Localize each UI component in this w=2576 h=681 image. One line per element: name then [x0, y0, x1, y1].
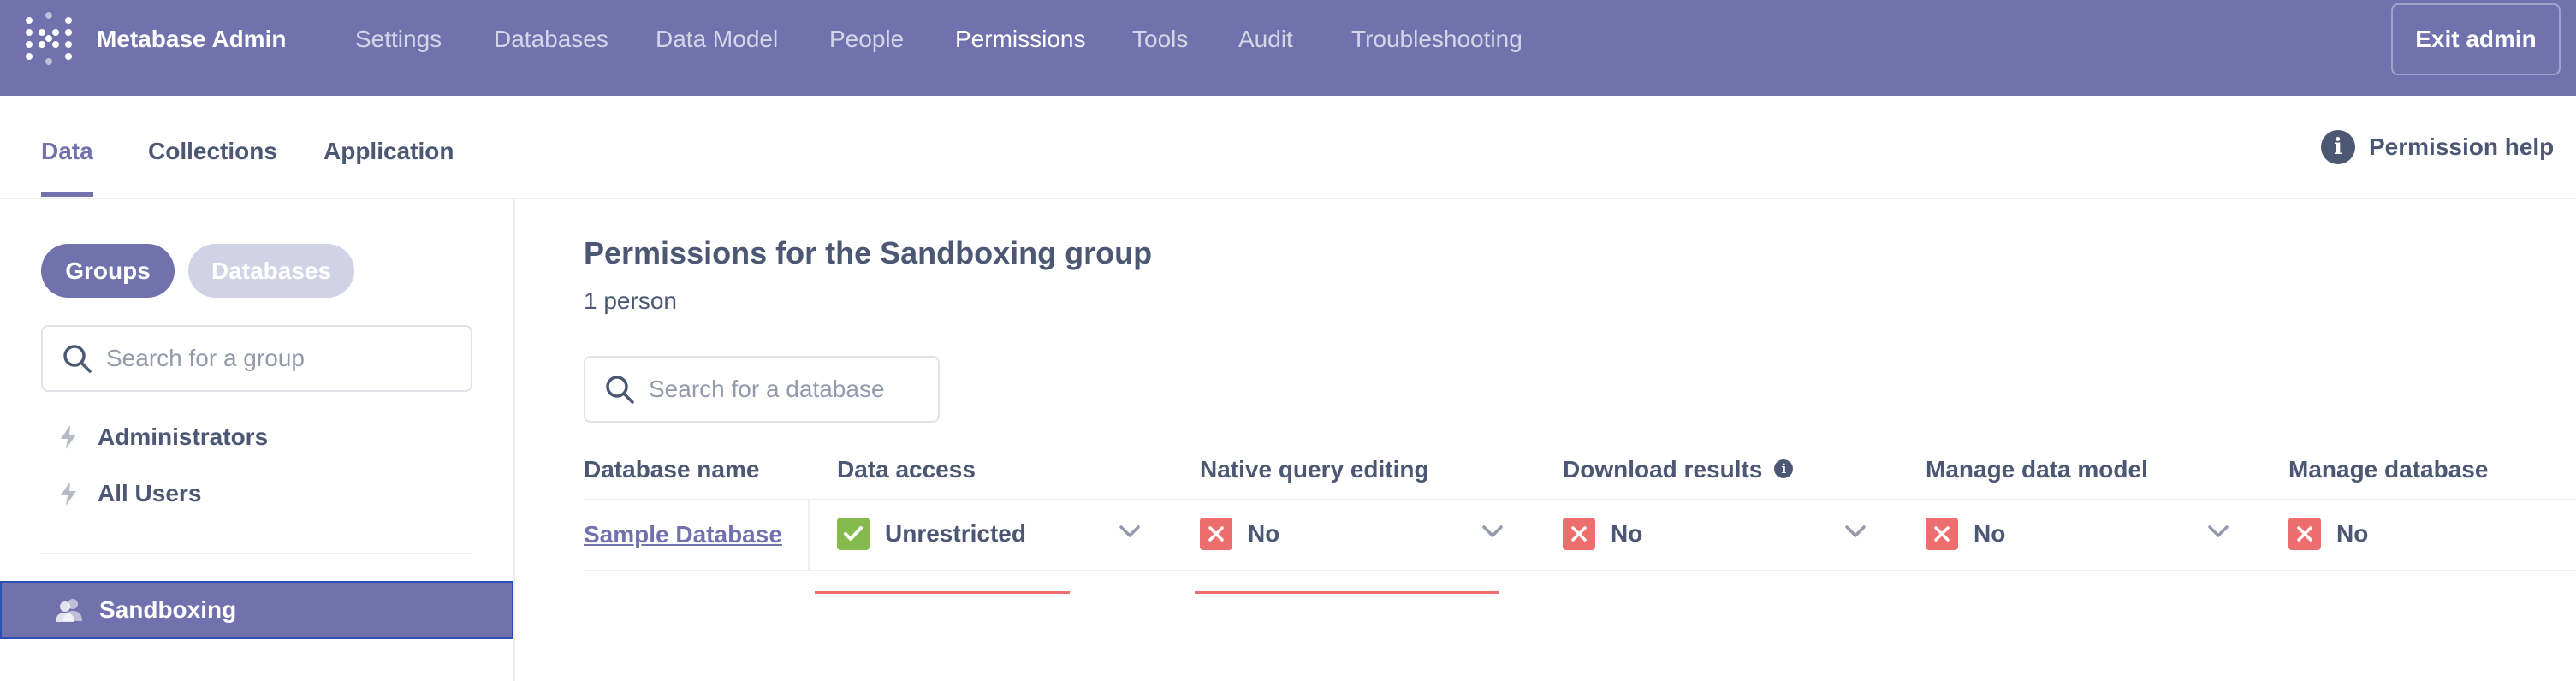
close-icon	[1563, 518, 1595, 550]
manage-database-value: No	[2336, 520, 2369, 547]
close-icon	[1200, 518, 1232, 550]
metabase-logo-icon[interactable]	[26, 12, 72, 68]
close-icon	[2288, 518, 2321, 550]
download-results-value: No	[1611, 520, 1643, 547]
info-icon[interactable]: i	[1774, 459, 1794, 478]
download-results-select[interactable]: No	[1563, 512, 1873, 555]
chevron-down-icon	[1119, 525, 1140, 537]
tab-application[interactable]: Application	[323, 138, 454, 165]
group-label: All Users	[98, 480, 202, 506]
nav-troubleshooting[interactable]: Troubleshooting	[1351, 26, 1522, 53]
sidebar-item-all-users[interactable]: All Users	[58, 480, 201, 507]
group-search-input[interactable]	[106, 345, 471, 372]
tab-data[interactable]: Data	[41, 138, 93, 165]
admin-top-nav: Metabase Admin Settings Databases Data M…	[0, 0, 2576, 96]
page-title: Permissions for the Sandboxing group	[584, 235, 1153, 270]
column-divider	[808, 500, 810, 570]
permissions-tab-bar: Data Collections Application i Permissio…	[0, 96, 2576, 199]
check-icon	[837, 518, 870, 550]
sidebar-divider	[41, 553, 472, 554]
column-header-manage-data-model: Manage data model	[1926, 456, 2148, 483]
sidebar-item-sandboxing[interactable]: Sandboxing	[0, 581, 513, 639]
databases-toggle-button[interactable]: Databases	[188, 244, 354, 298]
column-header-download-results: Download results i	[1563, 456, 1794, 483]
manage-data-model-select[interactable]: No	[1926, 512, 2235, 555]
groups-sidebar: Groups Databases Administrators All User…	[0, 199, 515, 681]
chevron-down-icon	[1482, 525, 1503, 537]
native-query-editing-select[interactable]: No	[1200, 512, 1510, 555]
manage-database-select[interactable]: No	[2288, 512, 2571, 555]
native-query-editing-value: No	[1248, 520, 1280, 547]
column-header-label: Download results	[1563, 456, 1763, 483]
tab-collections[interactable]: Collections	[148, 138, 277, 165]
chevron-down-icon	[1845, 525, 1866, 537]
database-search-box	[584, 356, 940, 423]
nav-people[interactable]: People	[829, 26, 904, 53]
group-label: Administrators	[98, 423, 269, 450]
active-tab-indicator	[41, 192, 93, 197]
nav-tools[interactable]: Tools	[1132, 26, 1188, 53]
column-header-native-query-editing: Native query editing	[1200, 456, 1429, 483]
search-icon	[606, 376, 634, 404]
permission-help-link[interactable]: i Permission help	[2321, 130, 2554, 164]
manage-data-model-value: No	[1974, 520, 2006, 547]
database-name-link[interactable]: Sample Database	[584, 521, 782, 548]
nav-audit[interactable]: Audit	[1238, 26, 1293, 53]
database-search-input[interactable]	[649, 376, 938, 403]
highlight-underline	[815, 591, 1070, 594]
column-header-data-access: Data access	[837, 456, 976, 483]
info-icon: i	[2321, 130, 2355, 164]
sidebar-item-administrators[interactable]: Administrators	[58, 423, 268, 451]
groups-toggle-button[interactable]: Groups	[41, 244, 175, 298]
column-header-manage-database: Manage database	[2288, 456, 2489, 483]
highlight-underline	[1195, 591, 1499, 594]
column-header-database-name: Database name	[584, 456, 760, 483]
group-people-icon	[56, 599, 82, 622]
permission-help-label: Permission help	[2369, 133, 2555, 160]
exit-admin-button[interactable]: Exit admin	[2391, 3, 2561, 75]
table-row-divider	[584, 570, 2576, 571]
nav-settings[interactable]: Settings	[355, 26, 442, 53]
group-search-box	[41, 325, 472, 392]
data-access-value: Unrestricted	[885, 520, 1026, 547]
nav-permissions[interactable]: Permissions	[955, 26, 1085, 53]
table-row-divider	[584, 499, 2576, 500]
data-access-select[interactable]: Unrestricted	[837, 512, 1147, 555]
app-brand: Metabase Admin	[97, 26, 287, 52]
close-icon	[1926, 518, 1958, 550]
nav-data-model[interactable]: Data Model	[656, 26, 778, 53]
member-count: 1 person	[584, 287, 677, 314]
nav-databases[interactable]: Databases	[494, 26, 608, 53]
chevron-down-icon	[2208, 525, 2229, 537]
bolt-icon	[61, 482, 76, 506]
group-label: Sandboxing	[99, 596, 237, 623]
search-icon	[63, 345, 92, 373]
bolt-icon	[61, 425, 76, 449]
